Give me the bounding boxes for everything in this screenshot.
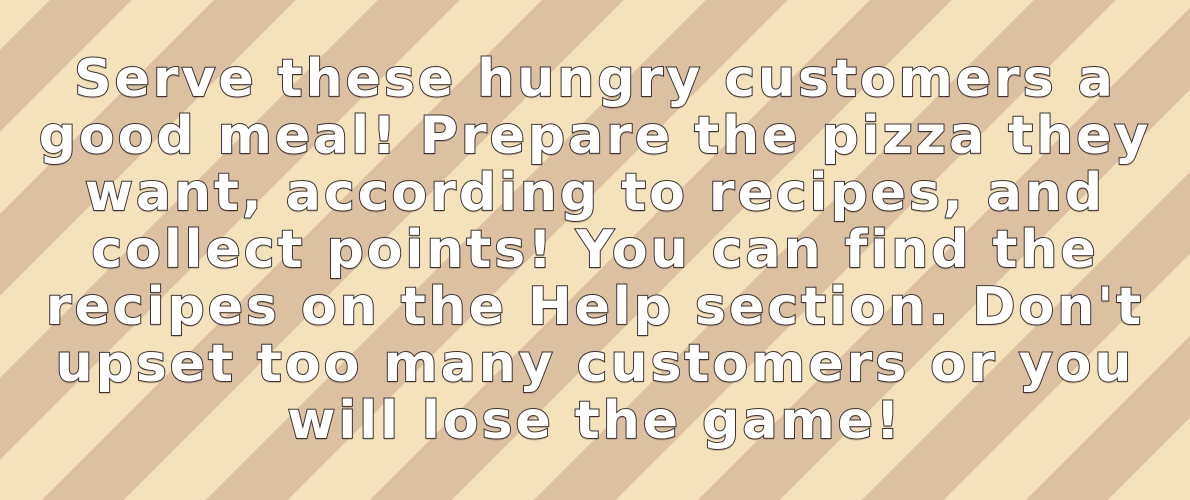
instructions-text: Serve these hungry customers a good meal…	[38, 48, 1152, 451]
instructions-screen: Serve these hungry customers a good meal…	[0, 0, 1190, 500]
